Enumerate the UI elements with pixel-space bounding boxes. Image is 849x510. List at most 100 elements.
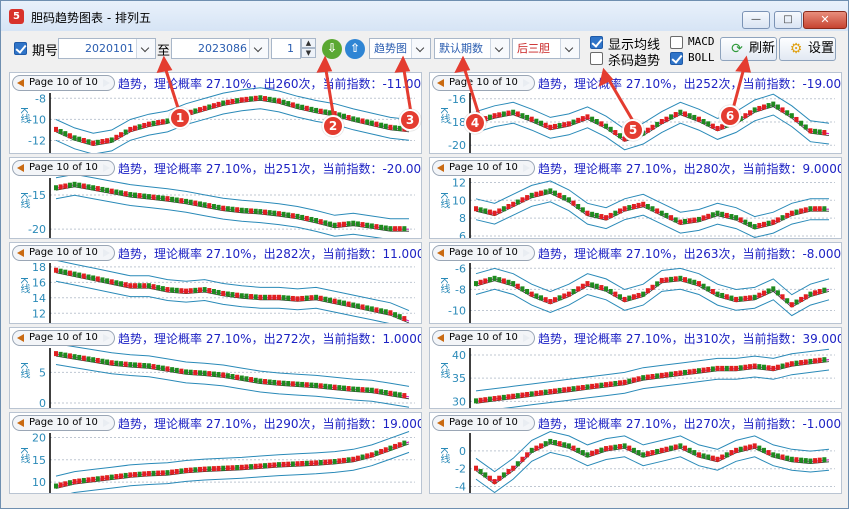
candle — [193, 108, 198, 114]
spin-down-icon[interactable]: ▼ — [301, 48, 316, 58]
candle — [295, 461, 300, 467]
candle — [86, 139, 91, 145]
chevron-down-icon[interactable] — [490, 39, 509, 58]
prev-page-icon[interactable] — [17, 334, 24, 342]
page-navigator[interactable]: Page 10 of 10 — [432, 75, 535, 91]
prev-page-icon[interactable] — [437, 419, 444, 427]
macd-checkbox[interactable] — [670, 36, 683, 49]
boll-checkbox[interactable] — [670, 52, 683, 65]
page-navigator[interactable]: Page 10 of 10 — [12, 75, 115, 91]
candle — [562, 293, 567, 299]
next-page-icon[interactable] — [522, 333, 530, 343]
refresh-icon: ⟳ — [731, 41, 743, 57]
next-page-icon[interactable] — [102, 163, 110, 173]
page-navigator[interactable]: Page 10 of 10 — [12, 330, 115, 346]
period-to-select[interactable]: 2023086 — [171, 38, 269, 59]
candle — [332, 222, 337, 228]
candle — [501, 394, 506, 400]
candle — [497, 208, 502, 214]
candle — [197, 287, 202, 293]
kill-trend-checkbox[interactable] — [590, 52, 603, 65]
period-checkbox[interactable] — [14, 42, 27, 55]
candle — [341, 113, 346, 119]
page-navigator[interactable]: Page 10 of 10 — [432, 245, 535, 261]
prev-page-icon[interactable] — [437, 164, 444, 172]
candle — [267, 462, 272, 468]
candle — [253, 294, 258, 300]
next-page-icon[interactable] — [522, 418, 530, 428]
next-page-icon[interactable] — [102, 248, 110, 258]
page-navigator[interactable]: Page 10 of 10 — [12, 160, 115, 176]
close-button[interactable]: ✕ — [803, 11, 847, 29]
next-arrow-button[interactable]: ⇩ — [322, 39, 342, 59]
spin-up-icon[interactable]: ▲ — [301, 38, 316, 48]
candle — [91, 357, 96, 363]
candle — [636, 292, 641, 298]
next-page-icon[interactable] — [522, 248, 530, 258]
prev-arrow-button[interactable]: ⇧ — [345, 39, 365, 59]
prev-page-icon[interactable] — [17, 419, 24, 427]
prev-page-icon[interactable] — [437, 249, 444, 257]
next-page-icon[interactable] — [522, 163, 530, 173]
chevron-down-icon[interactable] — [136, 39, 155, 58]
show-ma-checkbox[interactable] — [590, 36, 603, 49]
settings-button[interactable]: ⚙ 设置 — [779, 37, 836, 61]
next-page-icon[interactable] — [102, 418, 110, 428]
minimize-button[interactable]: — — [742, 11, 770, 29]
page-navigator[interactable]: Page 10 of 10 — [12, 415, 115, 431]
prev-page-icon[interactable] — [17, 249, 24, 257]
candle — [91, 140, 96, 146]
candle — [63, 183, 68, 189]
candle — [295, 296, 300, 302]
y-tick-label: 6 — [459, 230, 466, 239]
candle — [58, 482, 63, 488]
candle — [692, 368, 697, 374]
candle — [91, 275, 96, 281]
prev-page-icon[interactable] — [17, 79, 24, 87]
chart-type-select[interactable]: 趋势图 — [369, 38, 431, 59]
candle — [225, 206, 230, 212]
chevron-down-icon[interactable] — [411, 39, 430, 58]
candle — [318, 460, 323, 466]
prev-page-icon[interactable] — [17, 164, 24, 172]
count-input[interactable]: 1 — [271, 38, 301, 59]
candle — [95, 139, 100, 145]
candle — [151, 470, 156, 476]
candle — [487, 396, 492, 402]
candle — [590, 450, 595, 456]
candle — [393, 125, 398, 131]
candle — [267, 96, 272, 102]
candle — [374, 121, 379, 127]
period-count-select[interactable]: 默认期数 — [434, 38, 510, 59]
chevron-down-icon[interactable] — [560, 39, 579, 58]
maximize-button[interactable]: □ — [774, 11, 802, 29]
period-from-select[interactable]: 2020101 — [58, 38, 156, 59]
candle — [664, 372, 669, 378]
candle — [225, 291, 230, 297]
chevron-down-icon[interactable] — [249, 39, 268, 58]
page-navigator[interactable]: Page 10 of 10 — [12, 245, 115, 261]
candle — [771, 286, 776, 292]
candle — [216, 204, 221, 210]
candle — [286, 295, 291, 301]
candle — [77, 182, 82, 188]
prev-page-icon[interactable] — [437, 334, 444, 342]
page-navigator[interactable]: Page 10 of 10 — [432, 330, 535, 346]
position-select[interactable]: 后三胆 — [512, 38, 580, 59]
next-page-icon[interactable] — [522, 78, 530, 88]
candle — [650, 206, 655, 212]
candle — [659, 447, 664, 453]
page-navigator[interactable]: Page 10 of 10 — [432, 415, 535, 431]
candle — [95, 476, 100, 482]
candle — [100, 475, 105, 481]
chart-title: 趋势，理论概率 27.10%，出282次，当前指数：11.0000 — [118, 247, 422, 261]
candle — [341, 300, 346, 306]
next-page-icon[interactable] — [102, 333, 110, 343]
candle — [706, 213, 711, 219]
candle — [300, 104, 305, 110]
page-navigator[interactable]: Page 10 of 10 — [432, 160, 535, 176]
next-page-icon[interactable] — [102, 78, 110, 88]
prev-page-icon[interactable] — [437, 79, 444, 87]
candle — [146, 194, 151, 200]
refresh-button[interactable]: ⟳ 刷新 — [720, 37, 777, 61]
